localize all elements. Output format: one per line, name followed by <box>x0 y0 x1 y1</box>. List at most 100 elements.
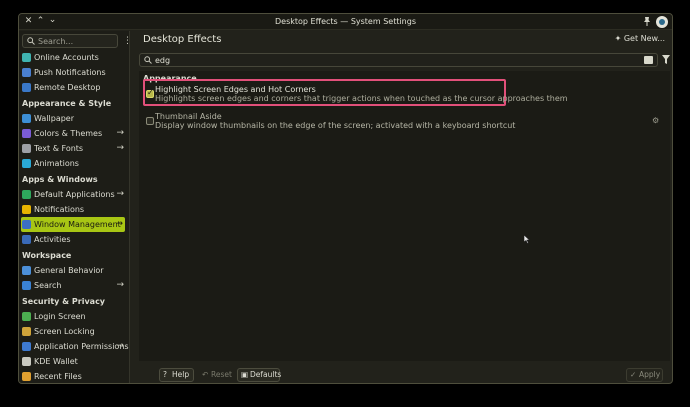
effect-checkbox[interactable] <box>146 117 154 125</box>
reset-icon: ↶ <box>202 370 209 379</box>
apply-label: Apply <box>639 370 661 379</box>
effects-filter-input[interactable]: edg <box>139 53 658 67</box>
sidebar-item-online-accounts[interactable]: Online Accounts <box>19 50 128 65</box>
remote-desktop-icon <box>22 83 31 92</box>
apply-button[interactable]: ✓ Apply <box>626 368 663 382</box>
effect-name: Highlight Screen Edges and Hot Corners <box>155 85 316 94</box>
title-bar[interactable]: ✕ ⌃ ⌄ Desktop Effects — System Settings <box>19 14 672 30</box>
sidebar-section-title: Appearance & Style <box>22 99 112 108</box>
system-settings-app-icon <box>656 16 668 28</box>
arrow-right-icon: → <box>116 280 124 290</box>
general-behavior-icon <box>22 266 31 275</box>
sidebar-item-label: Remote Desktop <box>34 83 101 92</box>
defaults-icon: ▣ <box>241 370 249 379</box>
get-new-button[interactable]: ✦ Get New... <box>615 34 665 43</box>
page-header: Desktop Effects ✦ Get New... <box>132 31 672 48</box>
reset-label: Reset <box>211 370 232 379</box>
clear-text-icon[interactable] <box>644 56 653 64</box>
sidebar-item-label: KDE Wallet <box>34 357 78 366</box>
activities-icon <box>22 235 31 244</box>
sidebar-item-label: Default Applications <box>34 190 115 199</box>
online-accounts-icon <box>22 53 31 62</box>
sidebar-item-application-permissions[interactable]: Application Permissions → <box>19 339 129 354</box>
defaults-button[interactable]: ▣ Defaults <box>237 368 282 382</box>
search-icon <box>144 56 152 64</box>
effect-name: Thumbnail Aside <box>155 112 222 121</box>
download-icon: ✦ <box>614 34 624 43</box>
default-applications-icon <box>22 190 31 199</box>
sidebar-item-label: Text & Fonts <box>34 144 84 153</box>
sidebar-item-wallpaper[interactable]: Wallpaper <box>19 111 128 126</box>
sidebar-item-text-fonts[interactable]: Text & Fonts → <box>19 141 128 156</box>
sidebar-item-label: Push Notifications <box>34 68 106 77</box>
kebab-menu-icon[interactable]: ⋮ <box>123 35 129 47</box>
sidebar-item-recent-files[interactable]: Recent Files <box>19 369 128 383</box>
filter-value: edg <box>155 56 171 65</box>
application-permissions-icon <box>22 342 31 351</box>
sidebar-section-title: Apps & Windows <box>22 175 98 184</box>
effect-checkbox[interactable] <box>146 88 154 98</box>
help-label: Help <box>172 370 190 379</box>
sidebar-item-label: Colors & Themes <box>34 129 103 138</box>
sidebar-list: Online Accounts Push Notifications Remote … <box>19 50 129 383</box>
sidebar-item-screen-locking[interactable]: Screen Locking <box>19 324 128 339</box>
animations-icon <box>22 159 31 168</box>
sidebar-item-label: Online Accounts <box>34 53 99 62</box>
search-placeholder: Search... <box>38 37 74 46</box>
pin-icon[interactable] <box>642 16 652 27</box>
sidebar-item-notifications[interactable]: Notifications <box>19 202 128 217</box>
kde-wallet-icon <box>22 357 31 366</box>
sidebar-item-label: Search <box>34 281 62 290</box>
sidebar-item-label: Notifications <box>34 205 85 214</box>
push-notifications-icon <box>22 68 31 77</box>
help-button[interactable]: ? Help <box>159 368 194 382</box>
defaults-label: Defaults <box>250 370 282 379</box>
main-panel: Desktop Effects ✦ Get New... edg Appeara… <box>132 31 672 383</box>
sidebar-item-label: Activities <box>34 235 71 244</box>
sidebar-item-activities[interactable]: Activities <box>19 232 128 247</box>
page-title: Desktop Effects <box>143 34 222 45</box>
sidebar-item-default-applications[interactable]: Default Applications → <box>19 187 128 202</box>
sidebar-item-label: Recent Files <box>34 372 82 381</box>
arrow-right-icon: → <box>116 143 124 153</box>
configure-gear-icon[interactable]: ⚙ <box>652 117 660 125</box>
search-icon <box>22 281 31 290</box>
sidebar-item-general-behavior[interactable]: General Behavior <box>19 263 128 278</box>
sidebar-item-colors-themes[interactable]: Colors & Themes → <box>19 126 128 141</box>
window-title: Desktop Effects — System Settings <box>275 17 416 26</box>
sidebar-item-kde-wallet[interactable]: KDE Wallet <box>19 354 128 369</box>
sidebar-item-animations[interactable]: Animations <box>19 156 128 171</box>
sidebar-item-label: Login Screen <box>34 312 86 321</box>
sidebar-item-window-management[interactable]: Window Management → <box>21 217 125 232</box>
text-cursor-icon <box>524 235 530 244</box>
sidebar-search-input[interactable]: Search... <box>22 34 118 48</box>
recent-files-icon <box>22 372 31 381</box>
sidebar-item-label: Screen Locking <box>34 327 95 336</box>
arrow-right-icon: → <box>116 341 124 351</box>
sidebar-item-push-notifications[interactable]: Push Notifications <box>19 65 128 80</box>
get-new-label: Get New... <box>623 34 665 43</box>
arrow-right-icon: → <box>116 189 124 199</box>
effect-row-highlight-screen-edges[interactable]: Highlight Screen Edges and Hot Corners H… <box>143 79 661 109</box>
sidebar-section-title: Security & Privacy <box>22 297 106 306</box>
reset-button[interactable]: ↶ Reset <box>198 368 234 382</box>
sidebar-item-label: Animations <box>34 159 79 168</box>
sidebar-item-login-screen[interactable]: Login Screen <box>19 309 128 324</box>
system-settings-window: ✕ ⌃ ⌄ Desktop Effects — System Settings … <box>18 13 673 384</box>
sidebar-item-remote-desktop[interactable]: Remote Desktop <box>19 80 128 95</box>
window-management-icon <box>22 220 31 229</box>
filter-funnel-icon[interactable] <box>662 55 670 64</box>
effect-description: Display window thumbnails on the edge of… <box>155 121 516 130</box>
effect-description: Highlights screen edges and corners that… <box>155 94 568 103</box>
effect-row-thumbnail-aside[interactable]: Thumbnail Aside Display window thumbnail… <box>143 112 661 136</box>
arrow-right-icon: → <box>116 128 124 138</box>
sidebar-item-label: Window Management <box>34 220 121 229</box>
check-icon: ✓ <box>630 370 637 379</box>
effects-list: Appearance Highlight Screen Edges and Ho… <box>139 71 670 361</box>
sidebar-item-search[interactable]: Search → <box>19 278 128 293</box>
text-fonts-icon <box>22 144 31 153</box>
colors-themes-icon <box>22 129 31 138</box>
sidebar-section-title: Workspace <box>22 251 72 260</box>
help-icon: ? <box>163 370 167 379</box>
notifications-icon <box>22 205 31 214</box>
